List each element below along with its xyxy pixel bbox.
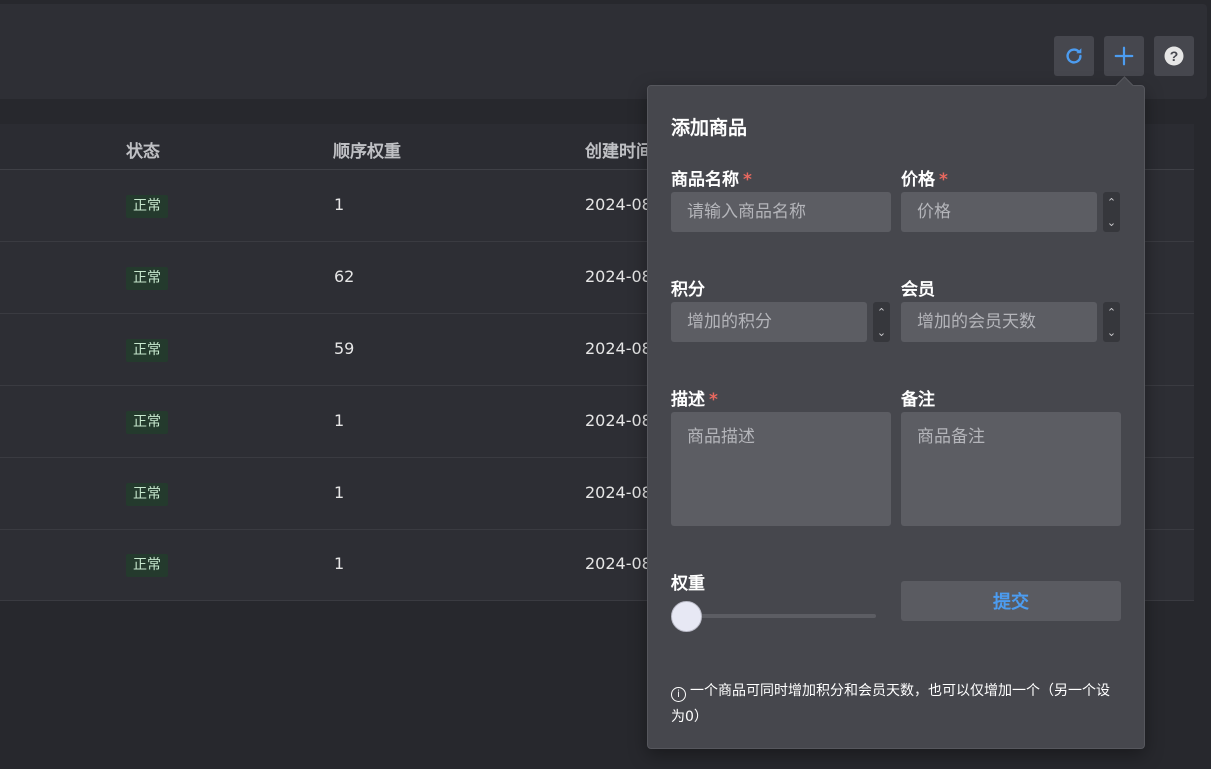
points-label: 积分	[671, 280, 705, 300]
add-product-popover: 添加商品 商品名称* 价格* ⌃ ⌄ 积分 ⌃ ⌄ 会员 ⌃ ⌄ 描述* 备注 …	[647, 85, 1145, 749]
required-mark: *	[709, 390, 718, 410]
price-increment-button[interactable]: ⌃	[1107, 197, 1116, 208]
membership-decrement-button[interactable]: ⌄	[1107, 327, 1116, 338]
membership-increment-button[interactable]: ⌃	[1107, 307, 1116, 318]
price-decrement-button[interactable]: ⌄	[1107, 217, 1116, 228]
weight-slider-track[interactable]	[672, 614, 876, 618]
info-note-text: 一个商品可同时增加积分和会员天数，也可以仅增加一个（另一个设为0）	[671, 683, 1110, 725]
price-label-text: 价格	[901, 170, 935, 190]
popover-title: 添加商品	[671, 117, 748, 139]
description-textarea[interactable]	[671, 412, 891, 526]
points-increment-button[interactable]: ⌃	[877, 307, 886, 318]
help-icon: ?	[1164, 46, 1184, 66]
weight-cell: 1	[334, 195, 345, 214]
required-mark: *	[743, 170, 752, 190]
status-badge: 正常	[126, 411, 168, 434]
remark-label: 备注	[901, 390, 935, 410]
add-button[interactable]	[1104, 36, 1144, 76]
status-badge: 正常	[126, 267, 168, 290]
created-cell: 2024-08	[585, 554, 652, 573]
price-input[interactable]	[901, 192, 1097, 232]
weight-cell: 1	[334, 554, 345, 573]
info-icon: i	[671, 687, 686, 702]
status-badge: 正常	[126, 483, 168, 506]
help-button[interactable]: ?	[1154, 36, 1194, 76]
remark-textarea[interactable]	[901, 412, 1121, 526]
weight-label: 权重	[671, 574, 705, 594]
created-cell: 2024-08	[585, 339, 652, 358]
created-cell: 2024-08	[585, 411, 652, 430]
product-name-input[interactable]	[671, 192, 891, 232]
name-label: 商品名称 *	[671, 165, 752, 190]
help-glyph: ?	[1170, 48, 1179, 64]
refresh-button[interactable]	[1054, 36, 1094, 76]
column-header-created[interactable]: 创建时间	[585, 137, 653, 162]
status-badge: 正常	[126, 195, 168, 218]
created-cell: 2024-08	[585, 483, 652, 502]
description-label: 描述 *	[671, 385, 718, 410]
column-header-weight[interactable]: 顺序权重	[333, 137, 401, 162]
submit-button[interactable]: 提交	[901, 581, 1121, 621]
weight-cell: 1	[334, 483, 345, 502]
description-label-text: 描述	[671, 390, 705, 410]
name-label-text: 商品名称	[671, 170, 739, 190]
status-badge: 正常	[126, 554, 168, 577]
weight-cell: 1	[334, 411, 345, 430]
weight-cell: 59	[334, 339, 355, 358]
points-stepper: ⌃ ⌄	[873, 302, 890, 342]
price-stepper: ⌃ ⌄	[1103, 192, 1120, 232]
weight-cell: 62	[334, 267, 355, 286]
membership-days-input[interactable]	[901, 302, 1097, 342]
membership-stepper: ⌃ ⌄	[1103, 302, 1120, 342]
info-note: i 一个商品可同时增加积分和会员天数，也可以仅增加一个（另一个设为0）	[671, 678, 1123, 730]
price-label: 价格 *	[901, 165, 948, 190]
points-input[interactable]	[671, 302, 867, 342]
membership-label: 会员	[901, 280, 935, 300]
required-mark: *	[939, 170, 948, 190]
weight-slider-handle[interactable]	[671, 601, 702, 632]
created-cell: 2024-08	[585, 195, 652, 214]
created-cell: 2024-08	[585, 267, 652, 286]
column-header-status[interactable]: 状态	[126, 137, 160, 162]
status-badge: 正常	[126, 339, 168, 362]
points-decrement-button[interactable]: ⌄	[877, 327, 886, 338]
plus-icon	[1114, 46, 1134, 66]
refresh-icon	[1066, 48, 1082, 64]
